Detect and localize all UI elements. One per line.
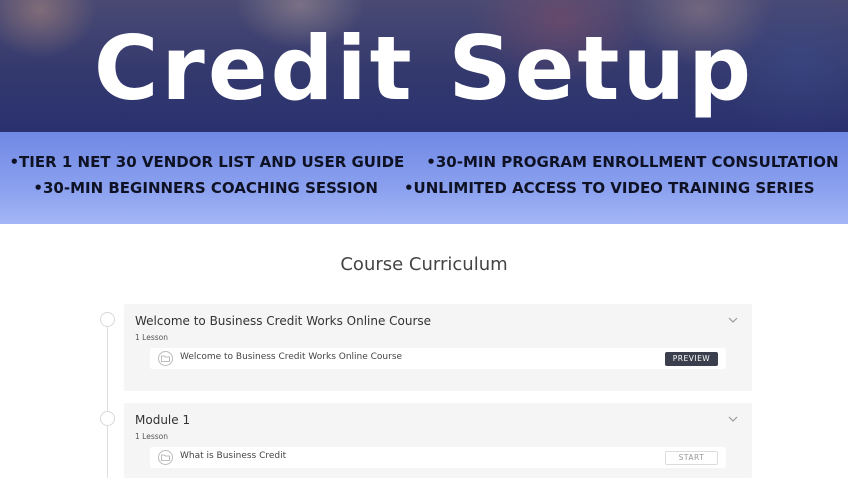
features-band: TIER 1 NET 30 VENDOR LIST AND USER GUIDE… xyxy=(0,132,848,224)
lesson-item[interactable]: What is Business Credit START xyxy=(150,447,726,468)
timeline-dot xyxy=(100,312,115,327)
lesson-title[interactable]: What is Business Credit xyxy=(180,451,286,461)
curriculum-section[interactable]: Module 1 1 Lesson What is Business Credi… xyxy=(124,403,752,478)
feature-item: 30-MIN BEGINNERS COACHING SESSION xyxy=(33,179,378,197)
timeline-line xyxy=(107,326,108,478)
features-row-2: 30-MIN BEGINNERS COACHING SESSION UNLIMI… xyxy=(0,179,848,197)
feature-item: TIER 1 NET 30 VENDOR LIST AND USER GUIDE xyxy=(9,153,404,171)
section-lesson-count: 1 Lesson xyxy=(135,333,168,342)
chevron-down-icon[interactable] xyxy=(727,413,739,425)
preview-button[interactable]: PREVIEW xyxy=(665,352,718,366)
curriculum-title: Course Curriculum xyxy=(340,254,508,275)
folder-icon xyxy=(158,450,173,465)
start-button[interactable]: START xyxy=(665,451,718,465)
feature-item: 30-MIN PROGRAM ENROLLMENT CONSULTATION xyxy=(426,153,839,171)
folder-icon xyxy=(158,351,173,366)
lesson-title[interactable]: Welcome to Business Credit Works Online … xyxy=(180,352,402,362)
lesson-item[interactable]: Welcome to Business Credit Works Online … xyxy=(150,348,726,369)
timeline-dot xyxy=(100,411,115,426)
section-title[interactable]: Module 1 xyxy=(135,413,190,427)
hero-title: Credit Setup xyxy=(93,17,755,120)
feature-item: UNLIMITED ACCESS TO VIDEO TRAINING SERIE… xyxy=(404,179,815,197)
curriculum-section[interactable]: Welcome to Business Credit Works Online … xyxy=(124,304,752,391)
chevron-down-icon[interactable] xyxy=(727,314,739,326)
features-row-1: TIER 1 NET 30 VENDOR LIST AND USER GUIDE… xyxy=(0,153,848,171)
hero-banner: Credit Setup xyxy=(0,0,848,132)
section-title[interactable]: Welcome to Business Credit Works Online … xyxy=(135,314,431,328)
section-lesson-count: 1 Lesson xyxy=(135,432,168,441)
